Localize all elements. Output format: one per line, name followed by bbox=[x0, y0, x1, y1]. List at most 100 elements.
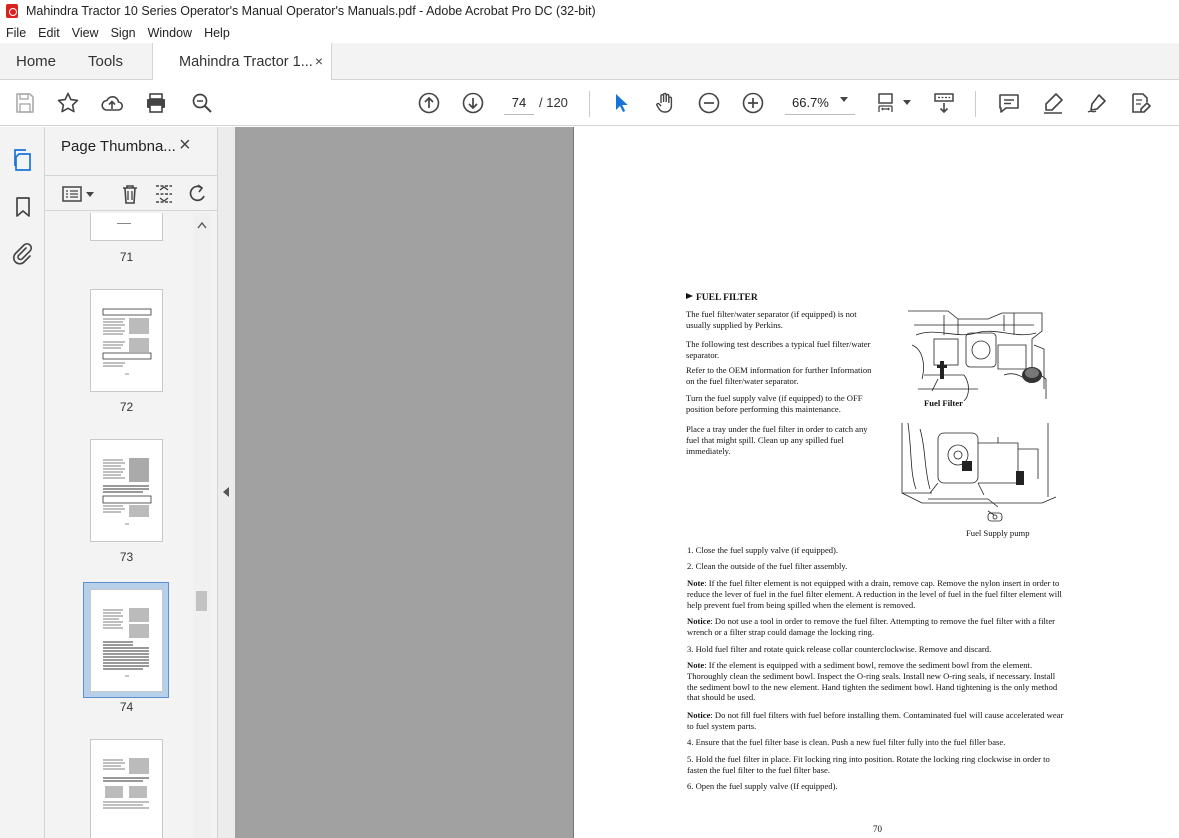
menu-help[interactable]: Help bbox=[204, 26, 230, 40]
figure-caption-fuel-filter: Fuel Filter bbox=[924, 398, 963, 408]
page-number-input[interactable] bbox=[504, 91, 534, 115]
thumbnail-tools bbox=[45, 175, 217, 211]
star-bookmark-icon[interactable] bbox=[56, 91, 80, 115]
document-view[interactable]: FUEL FILTER The fuel filter/water separa… bbox=[235, 127, 1179, 838]
zoom-out-icon[interactable] bbox=[697, 91, 721, 115]
find-zoom-icon[interactable] bbox=[190, 91, 214, 115]
note-text: : If the fuel filter element is not equi… bbox=[687, 578, 1062, 610]
thumbnail-page-75[interactable] bbox=[90, 739, 163, 838]
next-page-icon[interactable] bbox=[461, 91, 485, 115]
navigation-rail bbox=[0, 127, 45, 838]
figure-caption-fuel-supply-pump: Fuel Supply pump bbox=[966, 528, 1030, 538]
menu-window[interactable]: Window bbox=[148, 26, 192, 40]
save-icon[interactable] bbox=[13, 91, 37, 115]
extract-pages-icon[interactable] bbox=[153, 183, 175, 205]
scroll-up-icon[interactable] bbox=[197, 221, 207, 232]
tab-home[interactable]: Home bbox=[16, 43, 56, 80]
notice-text: : Do not fill fuel filters with fuel bef… bbox=[687, 710, 1064, 731]
tab-tools[interactable]: Tools bbox=[88, 43, 123, 80]
menu-sign[interactable]: Sign bbox=[111, 26, 136, 40]
step-text: 3. Hold fuel filter and rotate quick rel… bbox=[687, 644, 992, 654]
thumbnail-label: 73 bbox=[119, 550, 134, 564]
zoom-in-icon[interactable] bbox=[741, 91, 765, 115]
step-6: 6. Open the fuel supply valve (If equipp… bbox=[687, 781, 1067, 792]
thumbnail-label: 74 bbox=[119, 700, 134, 714]
panel-title: Page Thumbna... bbox=[61, 138, 176, 155]
notice-label: Notice bbox=[687, 710, 711, 720]
menu-bar: File Edit View Sign Window Help bbox=[0, 22, 1179, 43]
edit-pdf-icon[interactable] bbox=[1129, 91, 1153, 115]
notice-1: Notice: Do not use a tool in order to re… bbox=[687, 616, 1067, 638]
thumbnail-label: 72 bbox=[119, 400, 134, 414]
chevron-down-icon[interactable] bbox=[840, 97, 848, 102]
zoom-level-select[interactable]: 66.7% bbox=[785, 91, 855, 115]
menu-edit[interactable]: Edit bbox=[38, 26, 60, 40]
step-text: 4. Ensure that the fuel filter base is c… bbox=[687, 737, 1006, 747]
bookmark-icon[interactable] bbox=[11, 195, 35, 219]
note-label: Note bbox=[687, 578, 705, 588]
section-heading-text: FUEL FILTER bbox=[696, 293, 758, 303]
close-panel-icon[interactable]: × bbox=[179, 134, 191, 157]
page-fit-chevron-icon[interactable] bbox=[903, 100, 911, 105]
panel-splitter[interactable] bbox=[217, 127, 235, 838]
step-2: 2. Clean the outside of the fuel filter … bbox=[687, 561, 1067, 572]
section-heading: FUEL FILTER bbox=[686, 293, 758, 303]
page-number: 70 bbox=[873, 824, 882, 834]
page-fit-icon[interactable] bbox=[876, 91, 900, 115]
tab-close-icon[interactable]: × bbox=[315, 53, 323, 69]
sign-pen-icon[interactable] bbox=[1085, 91, 1109, 115]
print-icon[interactable] bbox=[144, 91, 168, 115]
previous-page-icon[interactable] bbox=[417, 91, 441, 115]
paragraph: Place a tray under the fuel filter in or… bbox=[686, 424, 868, 456]
options-chevron-icon[interactable] bbox=[86, 192, 94, 197]
thumbnail-list: 71 72 73 74 bbox=[45, 213, 200, 838]
note-1: Note: If the fuel filter element is not … bbox=[687, 578, 1067, 610]
page-thumbnails-icon[interactable] bbox=[11, 148, 35, 172]
scrollbar-thumb[interactable] bbox=[196, 591, 207, 611]
note-2: Note: If the element is equipped with a … bbox=[687, 660, 1067, 703]
attachment-paperclip-icon[interactable] bbox=[11, 241, 35, 265]
comment-icon[interactable] bbox=[997, 91, 1021, 115]
notice-text: : Do not use a tool in order to remove t… bbox=[687, 616, 1056, 637]
scroll-mode-icon[interactable] bbox=[932, 91, 956, 115]
highlight-pen-icon[interactable] bbox=[1041, 91, 1065, 115]
rotate-page-icon[interactable] bbox=[186, 183, 208, 205]
tab-document[interactable]: Mahindra Tractor 1... × bbox=[152, 43, 332, 81]
collapse-panel-icon[interactable] bbox=[223, 487, 229, 497]
window-title: Mahindra Tractor 10 Series Operator's Ma… bbox=[26, 4, 596, 18]
menu-view[interactable]: View bbox=[72, 26, 99, 40]
acrobat-window: Mahindra Tractor 10 Series Operator's Ma… bbox=[0, 0, 1179, 838]
hand-tool-icon[interactable] bbox=[653, 91, 677, 115]
fuel-filter-illustration bbox=[904, 305, 1064, 405]
step-text: 5. Hold the fuel filter in place. Fit lo… bbox=[687, 754, 1050, 775]
toolbar-divider bbox=[589, 91, 590, 117]
cloud-upload-icon[interactable] bbox=[100, 91, 124, 115]
select-cursor-icon[interactable] bbox=[609, 91, 633, 115]
delete-page-icon[interactable] bbox=[119, 183, 141, 205]
note-label: Note bbox=[687, 660, 705, 670]
pdf-page: FUEL FILTER The fuel filter/water separa… bbox=[573, 127, 1179, 838]
thumbnail-page-73[interactable] bbox=[90, 439, 163, 542]
step-4: 4. Ensure that the fuel filter base is c… bbox=[687, 737, 1067, 748]
thumbnail-options-icon[interactable] bbox=[61, 184, 85, 204]
step-text: 1. Close the fuel supply valve (if equip… bbox=[687, 545, 839, 555]
menu-file[interactable]: File bbox=[6, 26, 26, 40]
notice-2: Notice: Do not fill fuel filters with fu… bbox=[687, 710, 1067, 732]
step-text: 6. Open the fuel supply valve (If equipp… bbox=[687, 781, 838, 791]
paragraph: The following test describes a typical f… bbox=[686, 339, 871, 360]
tab-document-label: Mahindra Tractor 1... bbox=[179, 54, 313, 70]
thumbnail-page-74[interactable] bbox=[90, 589, 163, 692]
toolbar-divider-2 bbox=[975, 91, 976, 117]
acrobat-logo-icon bbox=[6, 4, 18, 18]
thumbnail-scrollbar[interactable] bbox=[193, 213, 210, 838]
title-bar: Mahindra Tractor 10 Series Operator's Ma… bbox=[0, 0, 1179, 22]
page-count: / 120 bbox=[539, 95, 568, 110]
thumbnail-page-72[interactable] bbox=[90, 289, 163, 392]
thumbnail-page-71[interactable] bbox=[90, 213, 163, 241]
paragraph: The fuel filter/water separator (if equi… bbox=[686, 309, 857, 330]
thumbnail-label: 71 bbox=[119, 250, 134, 264]
note-text: : If the element is equipped with a sedi… bbox=[687, 660, 1058, 703]
step-1: 1. Close the fuel supply valve (if equip… bbox=[687, 545, 1067, 556]
step-5: 5. Hold the fuel filter in place. Fit lo… bbox=[687, 754, 1067, 776]
paragraph: Refer to the OEM information for further… bbox=[686, 365, 872, 386]
